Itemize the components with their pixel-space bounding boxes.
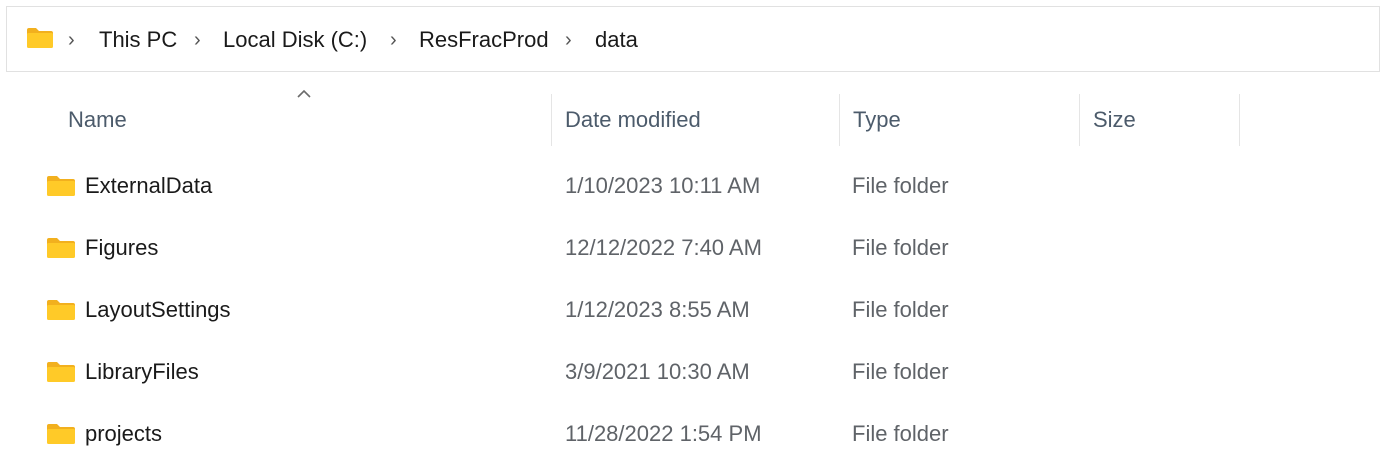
folder-icon: [47, 362, 75, 382]
folder-icon: [27, 28, 53, 48]
file-type: File folder: [852, 235, 949, 260]
chevron-right-icon: ›: [68, 29, 75, 51]
breadcrumb-item-local-disk[interactable]: Local Disk (C:): [223, 26, 367, 54]
file-name: LibraryFiles: [85, 359, 199, 384]
list-item[interactable]: ExternalData 1/10/2023 10:11 AM File fol…: [0, 155, 1383, 217]
folder-icon: [47, 424, 75, 444]
list-item[interactable]: LibraryFiles 3/9/2021 10:30 AM File fold…: [0, 341, 1383, 403]
list-item[interactable]: projects 11/28/2022 1:54 PM File folder: [0, 403, 1383, 465]
column-divider[interactable]: [1239, 94, 1240, 146]
column-header-row: Name Date modified Type Size: [0, 94, 1383, 146]
list-item[interactable]: LayoutSettings 1/12/2023 8:55 AM File fo…: [0, 279, 1383, 341]
file-name: projects: [85, 421, 163, 446]
file-name: Figures: [85, 235, 159, 260]
column-header-name[interactable]: Name: [54, 94, 550, 146]
column-header-date-modified[interactable]: Date modified: [551, 94, 839, 146]
list-item[interactable]: Figures 12/12/2022 7:40 AM File folder: [0, 217, 1383, 279]
folder-icon: [47, 176, 75, 196]
chevron-right-icon[interactable]: ›: [565, 26, 572, 54]
folder-icon: [47, 300, 75, 320]
file-name: ExternalData: [85, 173, 213, 198]
file-type: File folder: [852, 173, 949, 198]
file-type: File folder: [852, 359, 949, 384]
file-type: File folder: [852, 421, 949, 446]
chevron-right-icon[interactable]: ›: [390, 26, 397, 54]
breadcrumb[interactable]: › This PC › Local Disk (C:) › ResFracPro…: [6, 6, 1380, 72]
chevron-right-icon[interactable]: ›: [194, 26, 201, 54]
date-modified: 12/12/2022 7:40 AM: [565, 235, 762, 260]
date-modified: 3/9/2021 10:30 AM: [565, 359, 750, 384]
file-name: LayoutSettings: [85, 297, 231, 322]
column-header-size[interactable]: Size: [1079, 94, 1239, 146]
date-modified: 11/28/2022 1:54 PM: [565, 421, 762, 446]
date-modified: 1/10/2023 10:11 AM: [565, 173, 761, 198]
breadcrumb-item-data[interactable]: data: [595, 26, 638, 54]
column-header-type[interactable]: Type: [839, 94, 1079, 146]
date-modified: 1/12/2023 8:55 AM: [565, 297, 750, 322]
breadcrumb-item-this-pc[interactable]: This PC: [99, 26, 177, 54]
breadcrumb-item-resfracprod[interactable]: ResFracProd: [419, 26, 549, 54]
file-type: File folder: [852, 297, 949, 322]
folder-icon: [47, 238, 75, 258]
